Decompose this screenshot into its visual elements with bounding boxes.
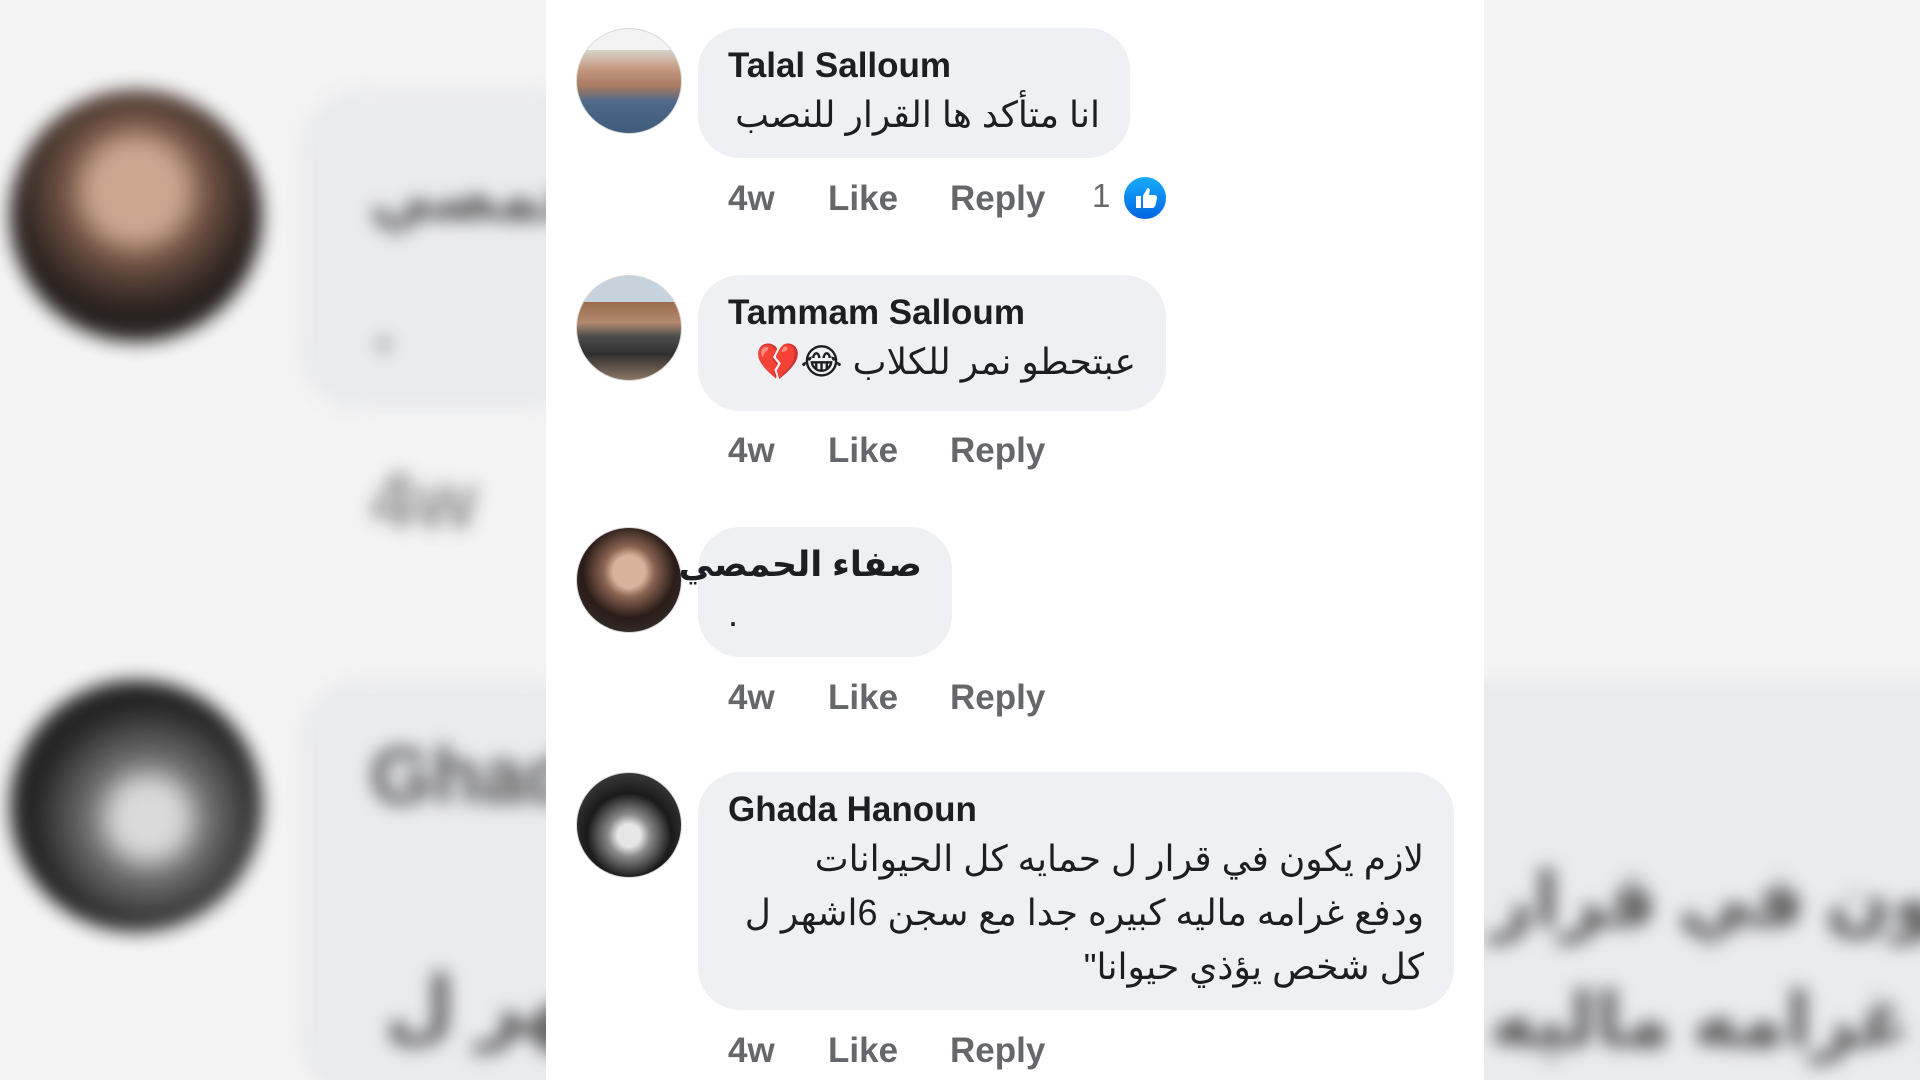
comment-author[interactable]: Tammam Salloum: [728, 291, 1136, 335]
comment-bubble: صفاء الحمصي .: [679, 527, 952, 657]
like-button[interactable]: Like: [828, 676, 950, 720]
avatar[interactable]: [576, 527, 682, 633]
comment-text-line: عبتحطو نمر للكلاب 😂💔: [755, 341, 1136, 382]
comment-time[interactable]: 4w: [728, 676, 828, 720]
blurred-avatar-top: [10, 90, 262, 342]
blurred-avatar-bottom: [10, 680, 262, 932]
comment-bubble: Talal Salloum انا متأكد ها القرار للنصب: [698, 28, 1130, 158]
reaction-summary[interactable]: 1: [1092, 174, 1169, 222]
comment-author[interactable]: Ghada Hanoun: [728, 788, 1424, 832]
reply-button[interactable]: Reply: [950, 177, 1090, 221]
comment-text-line: لازم يكون في قرار ل حمايه كل الحيوانات: [814, 838, 1424, 879]
comment-author[interactable]: Talal Salloum: [728, 44, 1100, 88]
reaction-count: 1: [1092, 177, 1111, 214]
like-button[interactable]: Like: [828, 1029, 950, 1073]
blurred-time: 4w: [370, 456, 477, 545]
comment-bubble: Ghada Hanoun لازم يكون في قرار ل حمايه ك…: [698, 772, 1454, 1010]
comment-text-line: .: [728, 593, 739, 634]
comment-actions: 4w Like Reply: [728, 676, 1090, 720]
comment-author[interactable]: صفاء الحمصي: [679, 543, 923, 587]
avatar[interactable]: [576, 275, 682, 381]
comment-time[interactable]: 4w: [728, 1029, 828, 1073]
reply-button[interactable]: Reply: [950, 676, 1090, 720]
comment-bubble: Tammam Salloum عبتحطو نمر للكلاب 😂💔: [698, 275, 1166, 411]
comment-time[interactable]: 4w: [728, 177, 828, 221]
blurred-dot: .: [375, 291, 393, 363]
like-button[interactable]: Like: [828, 177, 950, 221]
avatar[interactable]: [576, 772, 682, 878]
thumbs-up-icon: [1122, 175, 1169, 222]
comment-actions: 4w Like Reply: [728, 1029, 1090, 1073]
comments-panel: Talal Salloum انا متأكد ها القرار للنصب …: [546, 0, 1484, 1080]
screenshot-stage: صفاء الحمصي . 4w Ghada 6اشهر ل لازم يكون…: [0, 0, 1920, 1080]
comment-text-line: ودفع غرامه ماليه كبيره جدا مع سجن 6اشهر …: [744, 892, 1424, 933]
reply-button[interactable]: Reply: [950, 1029, 1090, 1073]
reply-button[interactable]: Reply: [950, 429, 1090, 473]
comment-actions: 4w Like Reply: [728, 177, 1090, 221]
blurred-text-right-2: ودفع غرامه ماليه: [1490, 978, 1920, 1063]
comment-actions: 4w Like Reply: [728, 429, 1090, 473]
blurred-text-right-1: لازم يكون في قرار: [1490, 858, 1920, 943]
comment-text-line: كل شخص يؤذي حيوانا": [1083, 946, 1424, 987]
comment-time[interactable]: 4w: [728, 429, 828, 473]
like-button[interactable]: Like: [828, 429, 950, 473]
comment-text-line: انا متأكد ها القرار للنصب: [735, 94, 1100, 135]
avatar[interactable]: [576, 28, 682, 134]
